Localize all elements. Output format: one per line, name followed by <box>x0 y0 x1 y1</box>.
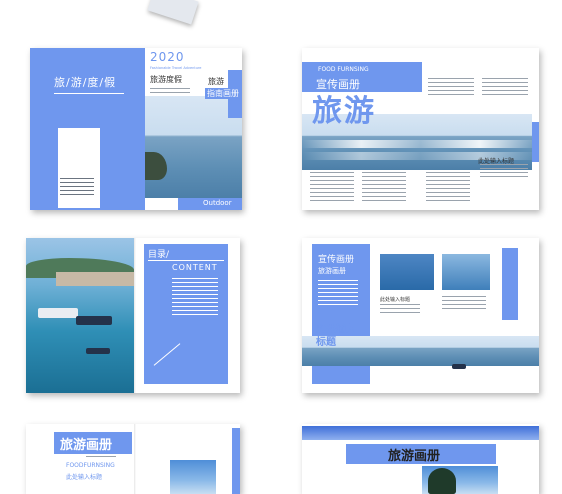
spread4-caption-right: 此处输入标题 <box>380 297 411 303</box>
brochure-spread-3: 目录/ CONTENT <box>26 238 240 393</box>
spread3-town <box>56 272 134 286</box>
spread2-title-big: 旅游 <box>312 94 376 129</box>
spread6-palm <box>428 468 456 494</box>
spread4-photo-birds <box>380 254 434 290</box>
spread2-caption-text <box>480 164 528 180</box>
spread6-gradient-bar <box>302 426 539 440</box>
spread4-small-boat <box>452 364 466 369</box>
cover-small-text <box>60 178 94 198</box>
spread3-toc-list <box>172 278 218 318</box>
brochure-spread-5: 旅游画册 FOODFURNSING 此处输入标题 <box>26 424 240 494</box>
spread2-top-text <box>428 78 474 98</box>
cover-left-rule <box>54 93 124 94</box>
spread3-fold <box>134 238 136 393</box>
spread2-col-2 <box>362 172 406 204</box>
spread5-fold <box>134 424 136 494</box>
spread6-title: 旅游画册 <box>388 449 441 464</box>
cover-left-title: 旅/游/度/假 <box>54 76 117 89</box>
brochure-spread-4: 宣传画册 旅游画册 此处输入 标题 此处输入标题 <box>302 238 539 393</box>
spread4-mid-text-2 <box>442 296 486 312</box>
spread2-eng: FOOD FURNSING <box>318 66 369 73</box>
cover-footer-text: Outdoor <box>203 199 232 207</box>
spread3-boat-2 <box>76 316 112 325</box>
spread5-small-text <box>86 456 116 460</box>
spread4-panorama <box>302 336 539 366</box>
spread5-sky-photo <box>170 460 216 494</box>
cover-year: 2020 <box>150 50 185 64</box>
spread5-eng: FOODFURNSING <box>66 462 115 469</box>
cover-right-title: 旅游度假 <box>150 75 182 84</box>
cover-right-text <box>150 88 190 96</box>
spread2-side-bar <box>532 122 539 162</box>
spread3-toc-rule <box>148 260 224 261</box>
spread3-toc-cn: 目录/ <box>148 250 170 260</box>
spread4-mid-text <box>380 304 420 316</box>
cover-vertical-1: 旅游 <box>208 77 224 86</box>
spread4-left-text <box>318 280 358 308</box>
spread4-right-bar <box>502 248 518 320</box>
spread5-title: 旅游画册 <box>60 438 113 453</box>
spread4-title-big: 旅游画册 <box>318 267 346 275</box>
spread2-col-1 <box>310 172 354 204</box>
spread2-top-text-2 <box>482 78 528 98</box>
spread4-photo-boat <box>442 254 490 290</box>
top-sheet-fragment <box>147 0 199 25</box>
cover-vertical-2: 指南画册 <box>205 88 241 99</box>
spread3-boat-3 <box>86 348 110 354</box>
spread5-right-strip <box>232 428 240 494</box>
brochure-spread-2: FOOD FURNSING 宣传画册 旅游 此处输入标题 <box>302 48 539 210</box>
cover-tagline: Fashionable Travel Adventure <box>150 66 202 70</box>
spread2-col-3 <box>426 172 470 204</box>
spread3-boat-1 <box>38 308 78 318</box>
spread5-subtitle: 此处输入标题 <box>66 474 103 481</box>
brochure-spread-6: 旅游画册 <box>302 424 539 494</box>
spread4-caption-2: 标题 <box>316 337 336 348</box>
spread3-toc-en: CONTENT <box>172 263 218 272</box>
spread4-title-small: 宣传画册 <box>318 255 355 265</box>
brochure-spread-cover: 旅/游/度/假 2020 Fashionable Travel Adventur… <box>30 48 242 210</box>
spread2-wave <box>302 140 539 148</box>
